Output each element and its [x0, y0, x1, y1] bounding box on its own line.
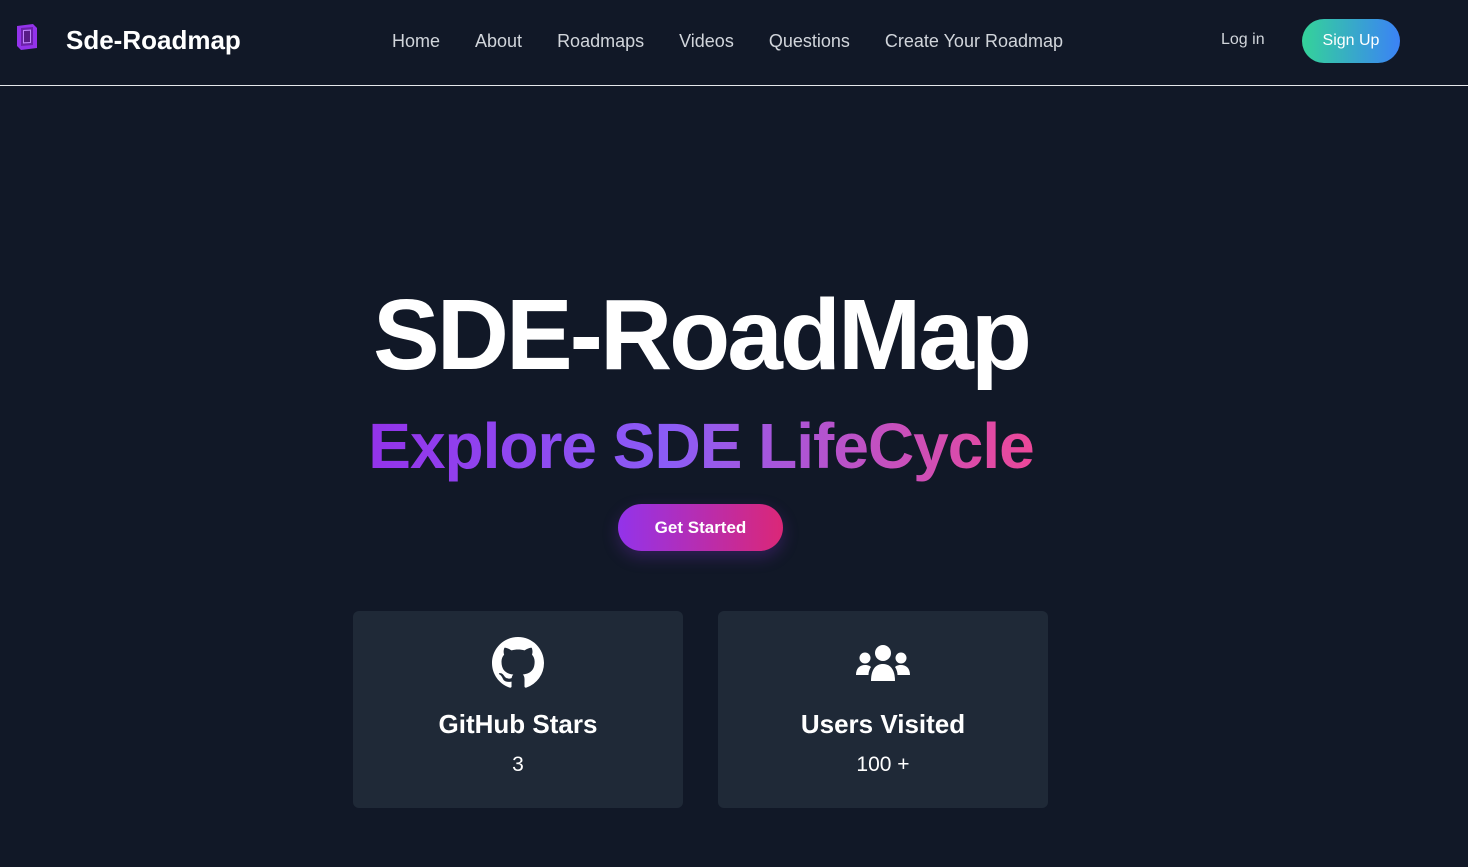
signup-button[interactable]: Sign Up — [1302, 19, 1400, 63]
card-value: 100 + — [856, 753, 910, 776]
brand-name: Sde-Roadmap — [66, 25, 241, 55]
nav-link-videos[interactable]: Videos — [679, 31, 734, 52]
hero-subtitle-text: Explore SDE LifeCycle — [368, 410, 1034, 482]
get-started-button[interactable]: Get Started — [618, 504, 783, 551]
nav-link-roadmaps[interactable]: Roadmaps — [557, 31, 644, 52]
users-icon — [856, 645, 910, 681]
github-stars-card: GitHub Stars 3 — [353, 611, 683, 808]
hero-subtitle: Explore SDE LifeCycle — [0, 410, 1402, 484]
nav-links: Home About Roadmaps Videos Questions Cre… — [392, 31, 1098, 52]
nav-link-about[interactable]: About — [475, 31, 522, 52]
nav-link-home[interactable]: Home — [392, 31, 440, 52]
hero-title: SDE-RoadMap — [373, 279, 1032, 391]
card-value: 3 — [512, 753, 524, 776]
users-visited-card: Users Visited 100 + — [718, 611, 1048, 808]
nav-link-create-roadmap[interactable]: Create Your Roadmap — [885, 31, 1063, 52]
card-title: GitHub Stars — [438, 709, 598, 739]
top-navbar: Sde-Roadmap Home About Roadmaps Videos Q… — [0, 0, 1468, 86]
logo-icon — [17, 24, 37, 50]
login-link[interactable]: Log in — [1221, 31, 1265, 49]
nav-link-questions[interactable]: Questions — [769, 31, 850, 52]
github-icon — [492, 637, 544, 688]
brand[interactable]: Sde-Roadmap — [15, 24, 241, 55]
card-title: Users Visited — [800, 709, 966, 739]
